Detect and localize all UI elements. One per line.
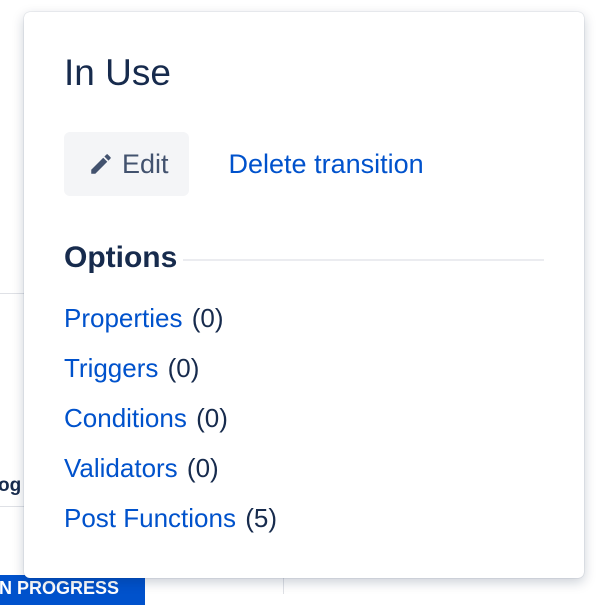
options-heading-divider bbox=[183, 259, 544, 261]
options-list: Properties (0) Triggers (0) Conditions (… bbox=[64, 298, 277, 548]
validators-count: (0) bbox=[186, 453, 219, 483]
transition-popover: In Use Edit Delete transition Options Pr… bbox=[24, 12, 584, 578]
option-item-conditions: Conditions (0) bbox=[64, 398, 277, 448]
properties-link[interactable]: Properties bbox=[64, 303, 183, 333]
edit-button[interactable]: Edit bbox=[64, 132, 189, 196]
options-section-header: Options bbox=[64, 238, 544, 278]
triggers-link[interactable]: Triggers bbox=[64, 353, 158, 383]
popover-actions: Edit Delete transition bbox=[64, 132, 424, 196]
status-lozenge[interactable]: IN PROGRESS bbox=[0, 575, 145, 605]
conditions-count: (0) bbox=[196, 403, 228, 433]
conditions-link[interactable]: Conditions bbox=[64, 403, 187, 433]
validators-link[interactable]: Validators bbox=[64, 453, 178, 483]
option-item-validators: Validators (0) bbox=[64, 448, 277, 498]
option-item-post-functions: Post Functions (5) bbox=[64, 498, 277, 548]
post-functions-link[interactable]: Post Functions bbox=[64, 503, 236, 533]
background-partial-label: og bbox=[0, 475, 22, 496]
triggers-count: (0) bbox=[167, 353, 200, 383]
delete-transition-link[interactable]: Delete transition bbox=[229, 132, 424, 196]
properties-count: (0) bbox=[191, 303, 224, 333]
edit-button-label: Edit bbox=[122, 148, 169, 179]
popover-title: In Use bbox=[64, 52, 171, 93]
option-item-triggers: Triggers (0) bbox=[64, 348, 277, 398]
option-item-properties: Properties (0) bbox=[64, 298, 277, 348]
post-functions-count: (5) bbox=[245, 503, 277, 533]
pencil-icon bbox=[88, 151, 114, 177]
options-heading: Options bbox=[64, 241, 178, 274]
background-column-divider bbox=[283, 578, 284, 594]
